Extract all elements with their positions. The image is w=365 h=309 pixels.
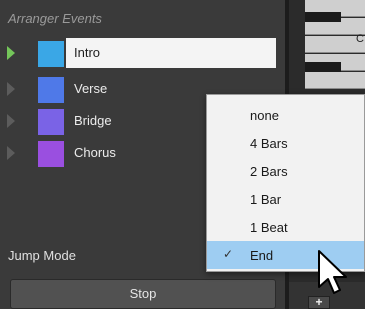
mouse-pointer-icon [318,250,347,294]
menu-item-label: 1 Bar [250,192,282,207]
play-triangle-icon[interactable] [7,46,15,60]
black-key [305,12,341,22]
menu-item-none[interactable]: none [207,101,364,129]
event-row-intro[interactable]: Intro [0,38,280,68]
menu-item-label: none [250,108,279,123]
menu-item-2-bars[interactable]: 2 Bars [207,157,364,185]
black-key [305,62,341,72]
menu-item-label: 2 Bars [250,164,288,179]
checkmark-icon: ✓ [223,247,234,261]
stop-button[interactable]: Stop [10,279,276,309]
play-triangle-icon[interactable] [7,146,15,160]
jump-mode-menu: none 4 Bars 2 Bars 1 Bar 1 Beat ✓ End [206,94,365,272]
play-triangle-icon[interactable] [7,114,15,128]
menu-item-4-bars[interactable]: 4 Bars [207,129,364,157]
menu-item-label: 1 Beat [250,220,288,235]
menu-item-label: End [250,248,274,263]
key-c-label: C [356,33,364,45]
event-color-swatch [38,41,64,67]
event-label: Intro [74,45,101,60]
jump-mode-label: Jump Mode [8,248,76,263]
panel-title: Arranger Events [8,11,102,26]
menu-item-label: 4 Bars [250,136,288,151]
menu-item-1-beat[interactable]: 1 Beat [207,213,364,241]
event-label: Bridge [74,113,112,128]
play-triangle-icon[interactable] [7,82,15,96]
event-label: Chorus [74,145,116,160]
event-color-swatch [38,141,64,167]
event-color-swatch [38,109,64,135]
menu-item-1-bar[interactable]: 1 Bar [207,185,364,213]
event-color-swatch [38,77,64,103]
white-key [305,72,365,89]
event-label: Verse [74,81,108,96]
